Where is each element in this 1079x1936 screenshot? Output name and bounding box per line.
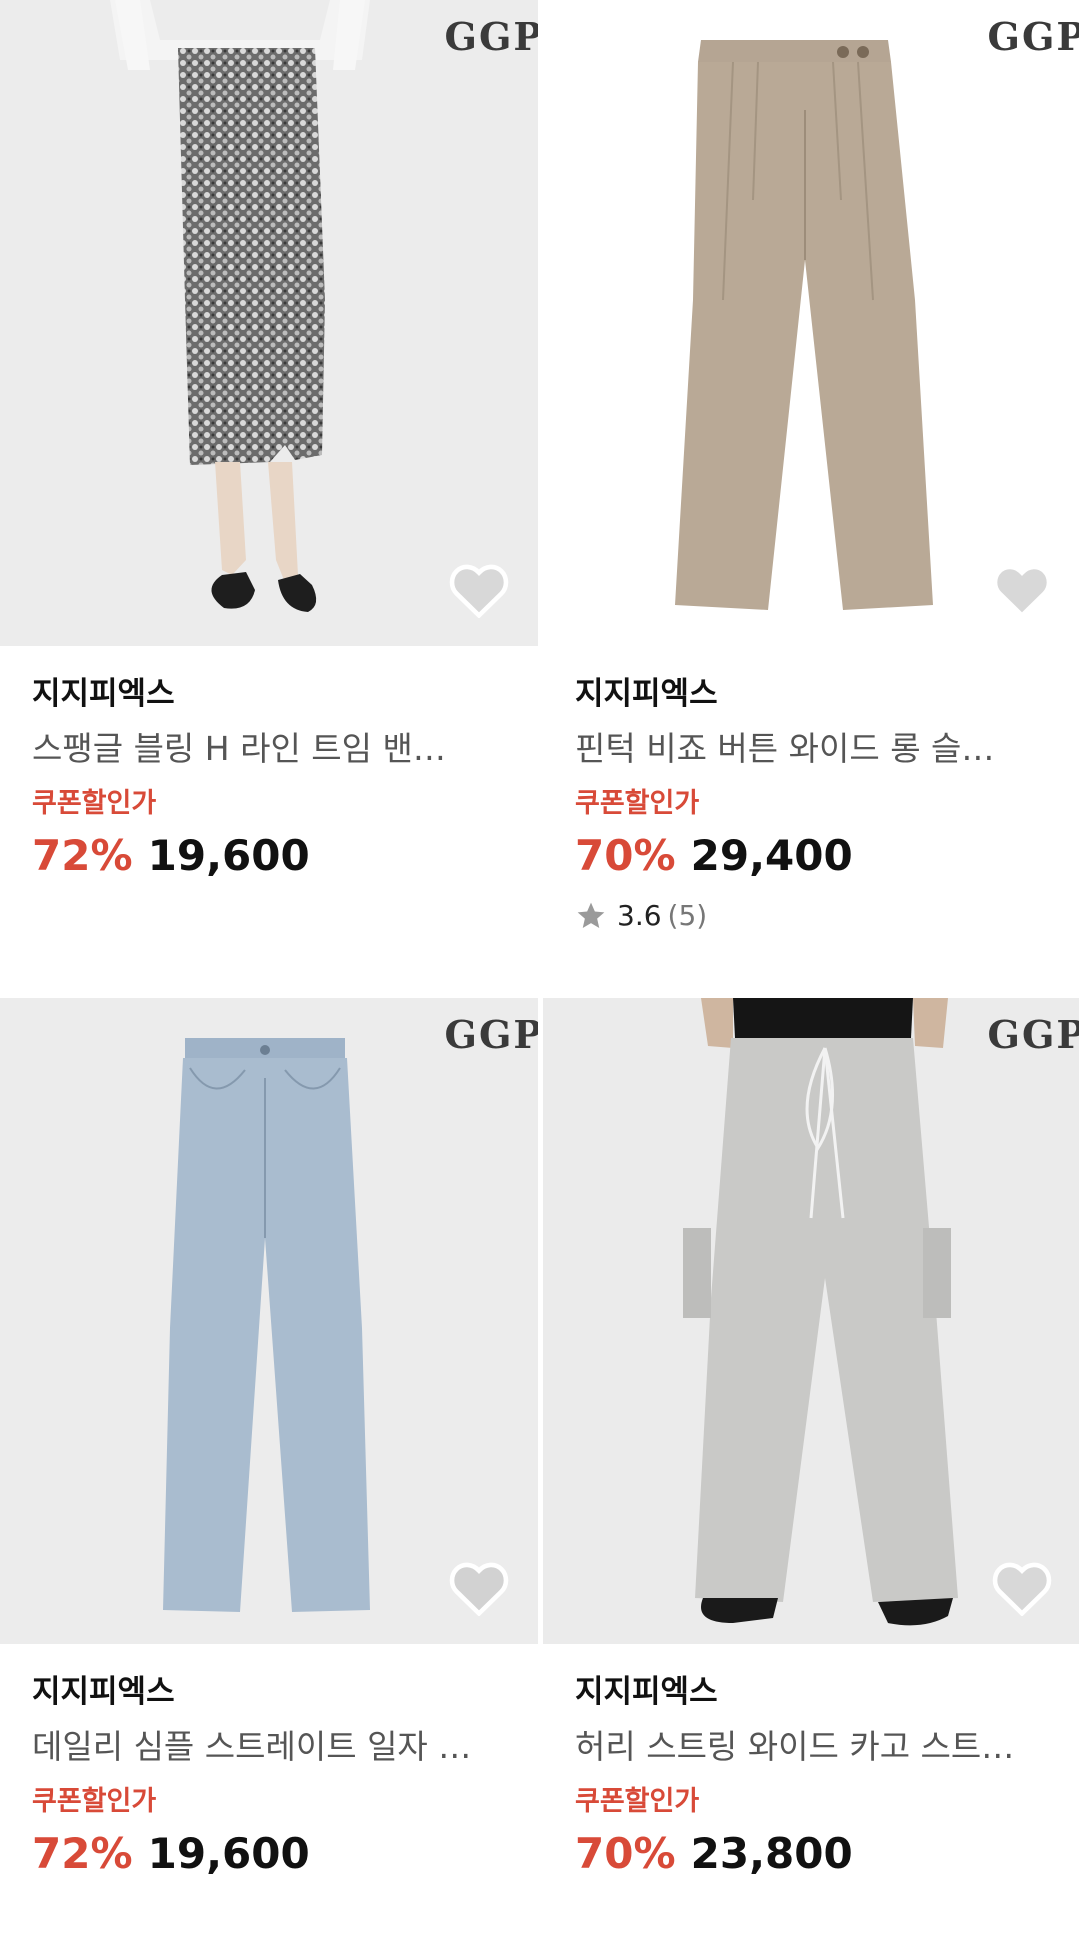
- heart-icon[interactable]: [448, 1560, 510, 1616]
- price-row: 72% 19,600: [32, 1826, 506, 1882]
- product-photo-denim-jeans: [163, 1038, 370, 1612]
- product-title[interactable]: 허리 스트링 와이드 카고 스트…: [575, 1722, 1049, 1772]
- discount-rate: 70%: [575, 831, 676, 880]
- review-count: (5): [667, 899, 708, 932]
- product-info: 지지피엑스 허리 스트링 와이드 카고 스트… 쿠폰할인가 70% 23,800: [543, 1644, 1079, 1882]
- product-image[interactable]: GGP: [0, 998, 538, 1644]
- sale-price: 29,400: [690, 831, 853, 880]
- discount-rate: 72%: [32, 831, 133, 880]
- coupon-price-label: 쿠폰할인가: [575, 1786, 700, 1817]
- product-image[interactable]: GGP: [0, 0, 538, 646]
- product-title[interactable]: 스팽글 블링 H 라인 트임 밴…: [32, 724, 506, 774]
- heart-icon[interactable]: [991, 1560, 1053, 1616]
- product-photo-sequin-skirt: [110, 0, 370, 612]
- product-card[interactable]: GGP 지지피엑스 허리 스트링 와이드 카고 스트… 쿠폰할인가 70% 23…: [543, 998, 1079, 1936]
- price-row: 72% 19,600: [32, 828, 506, 884]
- coupon-price-label: 쿠폰할인가: [575, 788, 700, 819]
- seller-name[interactable]: 지지피엑스: [575, 1672, 1049, 1712]
- brand-logo: GGP: [444, 1012, 538, 1057]
- product-image[interactable]: GGP: [543, 998, 1079, 1644]
- coupon-price-label: 쿠폰할인가: [32, 1786, 157, 1817]
- product-info: 지지피엑스 스팽글 블링 H 라인 트임 밴… 쿠폰할인가 72% 19,600: [0, 646, 538, 884]
- product-image[interactable]: GGP: [543, 0, 1079, 646]
- brand-logo: GGP: [987, 14, 1079, 59]
- discount-rate: 72%: [32, 1829, 133, 1878]
- price-row: 70% 29,400: [575, 828, 1049, 884]
- heart-icon[interactable]: [448, 562, 510, 618]
- seller-name[interactable]: 지지피엑스: [575, 674, 1049, 714]
- product-info: 지지피엑스 데일리 심플 스트레이트 일자 … 쿠폰할인가 72% 19,600: [0, 1644, 538, 1882]
- seller-name[interactable]: 지지피엑스: [32, 1672, 506, 1712]
- discount-rate: 70%: [575, 1829, 676, 1878]
- sale-price: 19,600: [147, 1829, 310, 1878]
- coupon-price-label: 쿠폰할인가: [32, 788, 157, 819]
- product-card[interactable]: GGP 지지피엑스 데일리 심플 스트레이트 일자 … 쿠폰할인가 72% 19…: [0, 998, 538, 1936]
- rating-row: 3.6 (5): [575, 896, 1049, 936]
- product-info: 지지피엑스 핀턱 비죠 버튼 와이드 롱 슬… 쿠폰할인가 70% 29,400…: [543, 646, 1079, 936]
- product-card[interactable]: GGP 지지피엑스 핀턱 비죠 버튼 와이드 롱 슬… 쿠폰할인가 70% 29…: [543, 0, 1079, 1000]
- product-title[interactable]: 데일리 심플 스트레이트 일자 …: [32, 1722, 506, 1772]
- star-icon: [577, 902, 605, 928]
- product-photo-cargo-pants: [683, 998, 958, 1626]
- price-row: 70% 23,800: [575, 1826, 1049, 1882]
- product-grid: GGP 지지피엑스 스팽글 블링 H 라인 트임 밴… 쿠폰할인가 72% 19…: [0, 0, 1079, 1936]
- product-card[interactable]: GGP 지지피엑스 스팽글 블링 H 라인 트임 밴… 쿠폰할인가 72% 19…: [0, 0, 538, 1000]
- heart-icon[interactable]: [991, 562, 1053, 618]
- sale-price: 19,600: [147, 831, 310, 880]
- brand-logo: GGP: [987, 1012, 1079, 1057]
- seller-name[interactable]: 지지피엑스: [32, 674, 506, 714]
- product-photo-beige-slacks: [675, 40, 933, 610]
- brand-logo: GGP: [444, 14, 538, 59]
- rating-score: 3.6: [617, 899, 662, 932]
- sale-price: 23,800: [690, 1829, 853, 1878]
- product-title[interactable]: 핀턱 비죠 버튼 와이드 롱 슬…: [575, 724, 1049, 774]
